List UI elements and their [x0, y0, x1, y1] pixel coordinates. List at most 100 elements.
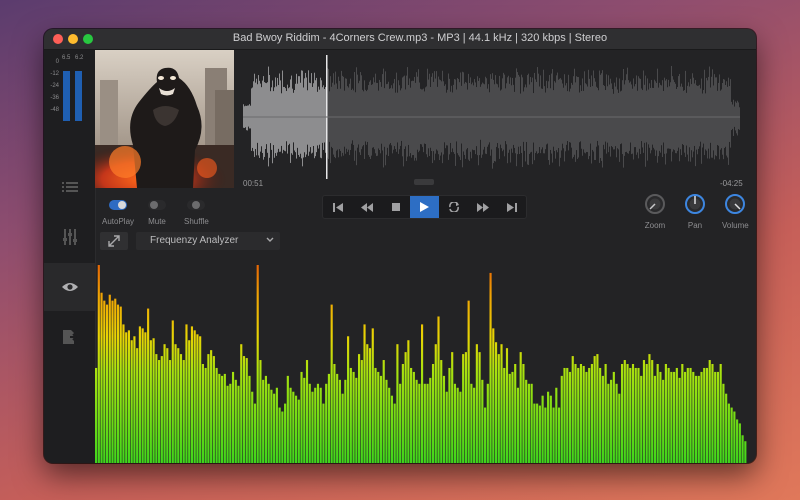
waveform-sample [637, 90, 638, 153]
waveform-sample [583, 90, 584, 150]
waveform-sample [469, 83, 470, 161]
spectrum-bar [133, 336, 136, 463]
volume-knob[interactable]: Volume [722, 193, 749, 230]
spectrum-bar [410, 367, 413, 463]
spectrum-bar [305, 360, 309, 463]
shuffle-toggle[interactable]: Shuffle [184, 197, 209, 226]
visualizer-mode-select[interactable]: Frequenzy Analyzer [136, 232, 280, 250]
eye-icon [61, 283, 78, 291]
waveform-sample [247, 105, 248, 131]
waveform-sample [730, 79, 731, 148]
waveform-sample [405, 89, 406, 147]
sidebar-item-mixer[interactable] [44, 213, 95, 261]
waveform-sample [548, 81, 549, 161]
spectrum-bar [686, 367, 689, 463]
spectrum-bar [237, 385, 240, 463]
skip-back-button[interactable] [323, 196, 352, 218]
waveform-sample [249, 104, 250, 129]
waveform-sample [358, 83, 359, 145]
spectrum-bar [437, 316, 440, 463]
waveform-sample [436, 71, 437, 150]
zoom-label: Zoom [644, 221, 666, 230]
waveform-sample [604, 85, 605, 150]
spectrum-bar [242, 356, 246, 463]
mute-toggle[interactable]: Mute [148, 197, 166, 226]
waveform-sample [727, 86, 728, 158]
spectrum-bar [262, 379, 265, 463]
spectrum-bar [568, 371, 572, 463]
play-button[interactable] [410, 196, 439, 218]
waveform-sample [554, 81, 555, 152]
spectrum-bar [571, 356, 574, 463]
pan-knob[interactable]: Pan [684, 193, 706, 230]
spectrum-bar [374, 367, 377, 463]
waveform-sample [585, 83, 586, 154]
skip-forward-button[interactable] [497, 196, 526, 218]
waveform-sample [646, 90, 647, 143]
waveform-sample [700, 88, 701, 142]
waveform-sample [565, 85, 566, 152]
stop-button[interactable] [381, 196, 410, 218]
waveform-sample [666, 79, 667, 154]
waveform-sample [299, 76, 300, 157]
zoom-knob[interactable]: Zoom [644, 193, 666, 230]
waveform-sample [266, 83, 267, 145]
waveform-sample [392, 88, 393, 154]
volume-knob-icon [725, 194, 746, 214]
waveform[interactable] [243, 55, 740, 179]
sidebar-item-visualizer[interactable] [44, 263, 95, 311]
sidebar-item-playlist[interactable] [44, 163, 95, 211]
spectrum-bar [574, 364, 577, 463]
waveform-sample [397, 92, 398, 143]
sidebar-item-export[interactable] [44, 313, 95, 361]
waveform-sample [594, 78, 595, 160]
spectrum-bar [590, 364, 593, 463]
waveform-sample [535, 79, 536, 154]
rewind-button[interactable] [352, 196, 381, 218]
waveform-sample [669, 86, 670, 149]
waveform-sample [330, 76, 331, 164]
waveform-sample [386, 84, 387, 155]
close-window-button[interactable] [53, 34, 63, 44]
window-title: Bad Bwoy Riddim - 4Corners Crew.mp3 - MP… [232, 32, 608, 44]
waveform-sample [474, 79, 475, 151]
waveform-sample [283, 86, 284, 150]
scrubber-handle[interactable] [414, 179, 434, 185]
waveform-sample [418, 69, 419, 153]
spectrum-bar [182, 360, 185, 463]
waveform-sample [308, 70, 309, 156]
waveform-sample [246, 105, 247, 131]
waveform-sample [390, 88, 391, 144]
waveform-sample [471, 84, 472, 159]
app-window: Bad Bwoy Riddim - 4Corners Crew.mp3 - MP… [44, 29, 756, 463]
spectrum-bar [514, 364, 517, 463]
waveform-sample [657, 68, 658, 163]
waveform-sample [306, 77, 307, 155]
pan-label: Pan [687, 221, 703, 230]
waveform-sample [530, 77, 531, 153]
repeat-button[interactable] [439, 196, 468, 218]
waveform-sample [388, 81, 389, 157]
waveform-sample [555, 82, 556, 159]
autoplay-toggle[interactable]: AutoPlay [102, 197, 134, 226]
spectrum-bar [714, 371, 717, 463]
fast-forward-button[interactable] [468, 196, 497, 218]
spectrum-bar [631, 364, 635, 463]
waveform-sample [505, 88, 506, 142]
maximize-window-button[interactable] [83, 34, 93, 44]
spectrum-bar [423, 383, 426, 463]
waveform-sample [467, 89, 468, 149]
minimize-window-button[interactable] [68, 34, 78, 44]
waveform-sample [440, 80, 441, 156]
waveform-sample [487, 88, 488, 147]
spectrum-bar [615, 383, 618, 463]
waveform-sample [365, 89, 366, 142]
spectrum-bar [273, 393, 276, 463]
waveform-sample [304, 78, 305, 153]
spectrum-bar [399, 383, 402, 463]
spectrum-bar [297, 399, 300, 463]
waveform-sample [644, 84, 645, 143]
spectrum-bar [464, 352, 467, 463]
expand-visualizer-button[interactable] [100, 232, 128, 250]
chevron-down-icon [266, 237, 274, 242]
